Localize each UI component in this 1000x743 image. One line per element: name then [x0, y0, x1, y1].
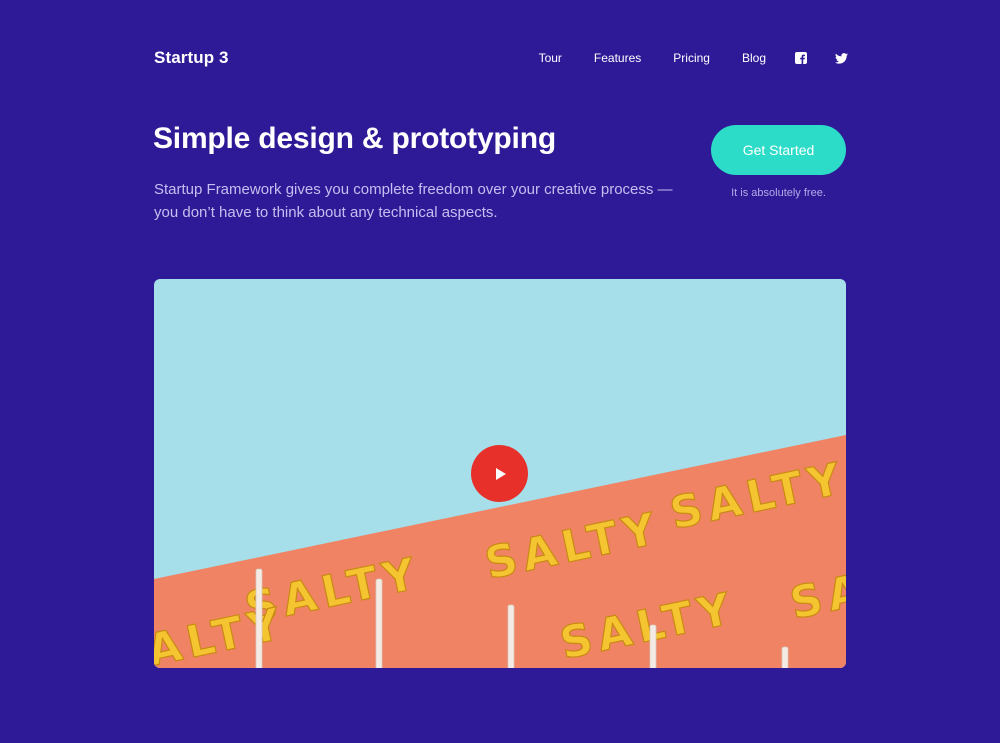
nav-pricing[interactable]: Pricing	[673, 51, 710, 65]
nav-blog[interactable]: Blog	[742, 51, 766, 65]
cta-note: It is absolutely free.	[731, 187, 826, 199]
facebook-icon[interactable]	[794, 51, 808, 65]
top-nav: Tour Features Pricing Blog	[539, 51, 848, 65]
brand-logo[interactable]: Startup 3	[154, 48, 229, 68]
nav-tour[interactable]: Tour	[539, 51, 562, 65]
play-button[interactable]	[471, 445, 528, 502]
twitter-icon[interactable]	[834, 51, 848, 65]
nav-features[interactable]: Features	[594, 51, 641, 65]
video-preview[interactable]: SALTY SALTY SALTY SALTY SALTY SALTY	[154, 279, 846, 668]
hero-description: Startup Framework gives you complete fre…	[154, 181, 673, 221]
hero-title: Simple design & prototyping	[153, 122, 556, 155]
play-icon	[495, 467, 506, 480]
get-started-button[interactable]: Get Started	[711, 125, 846, 175]
